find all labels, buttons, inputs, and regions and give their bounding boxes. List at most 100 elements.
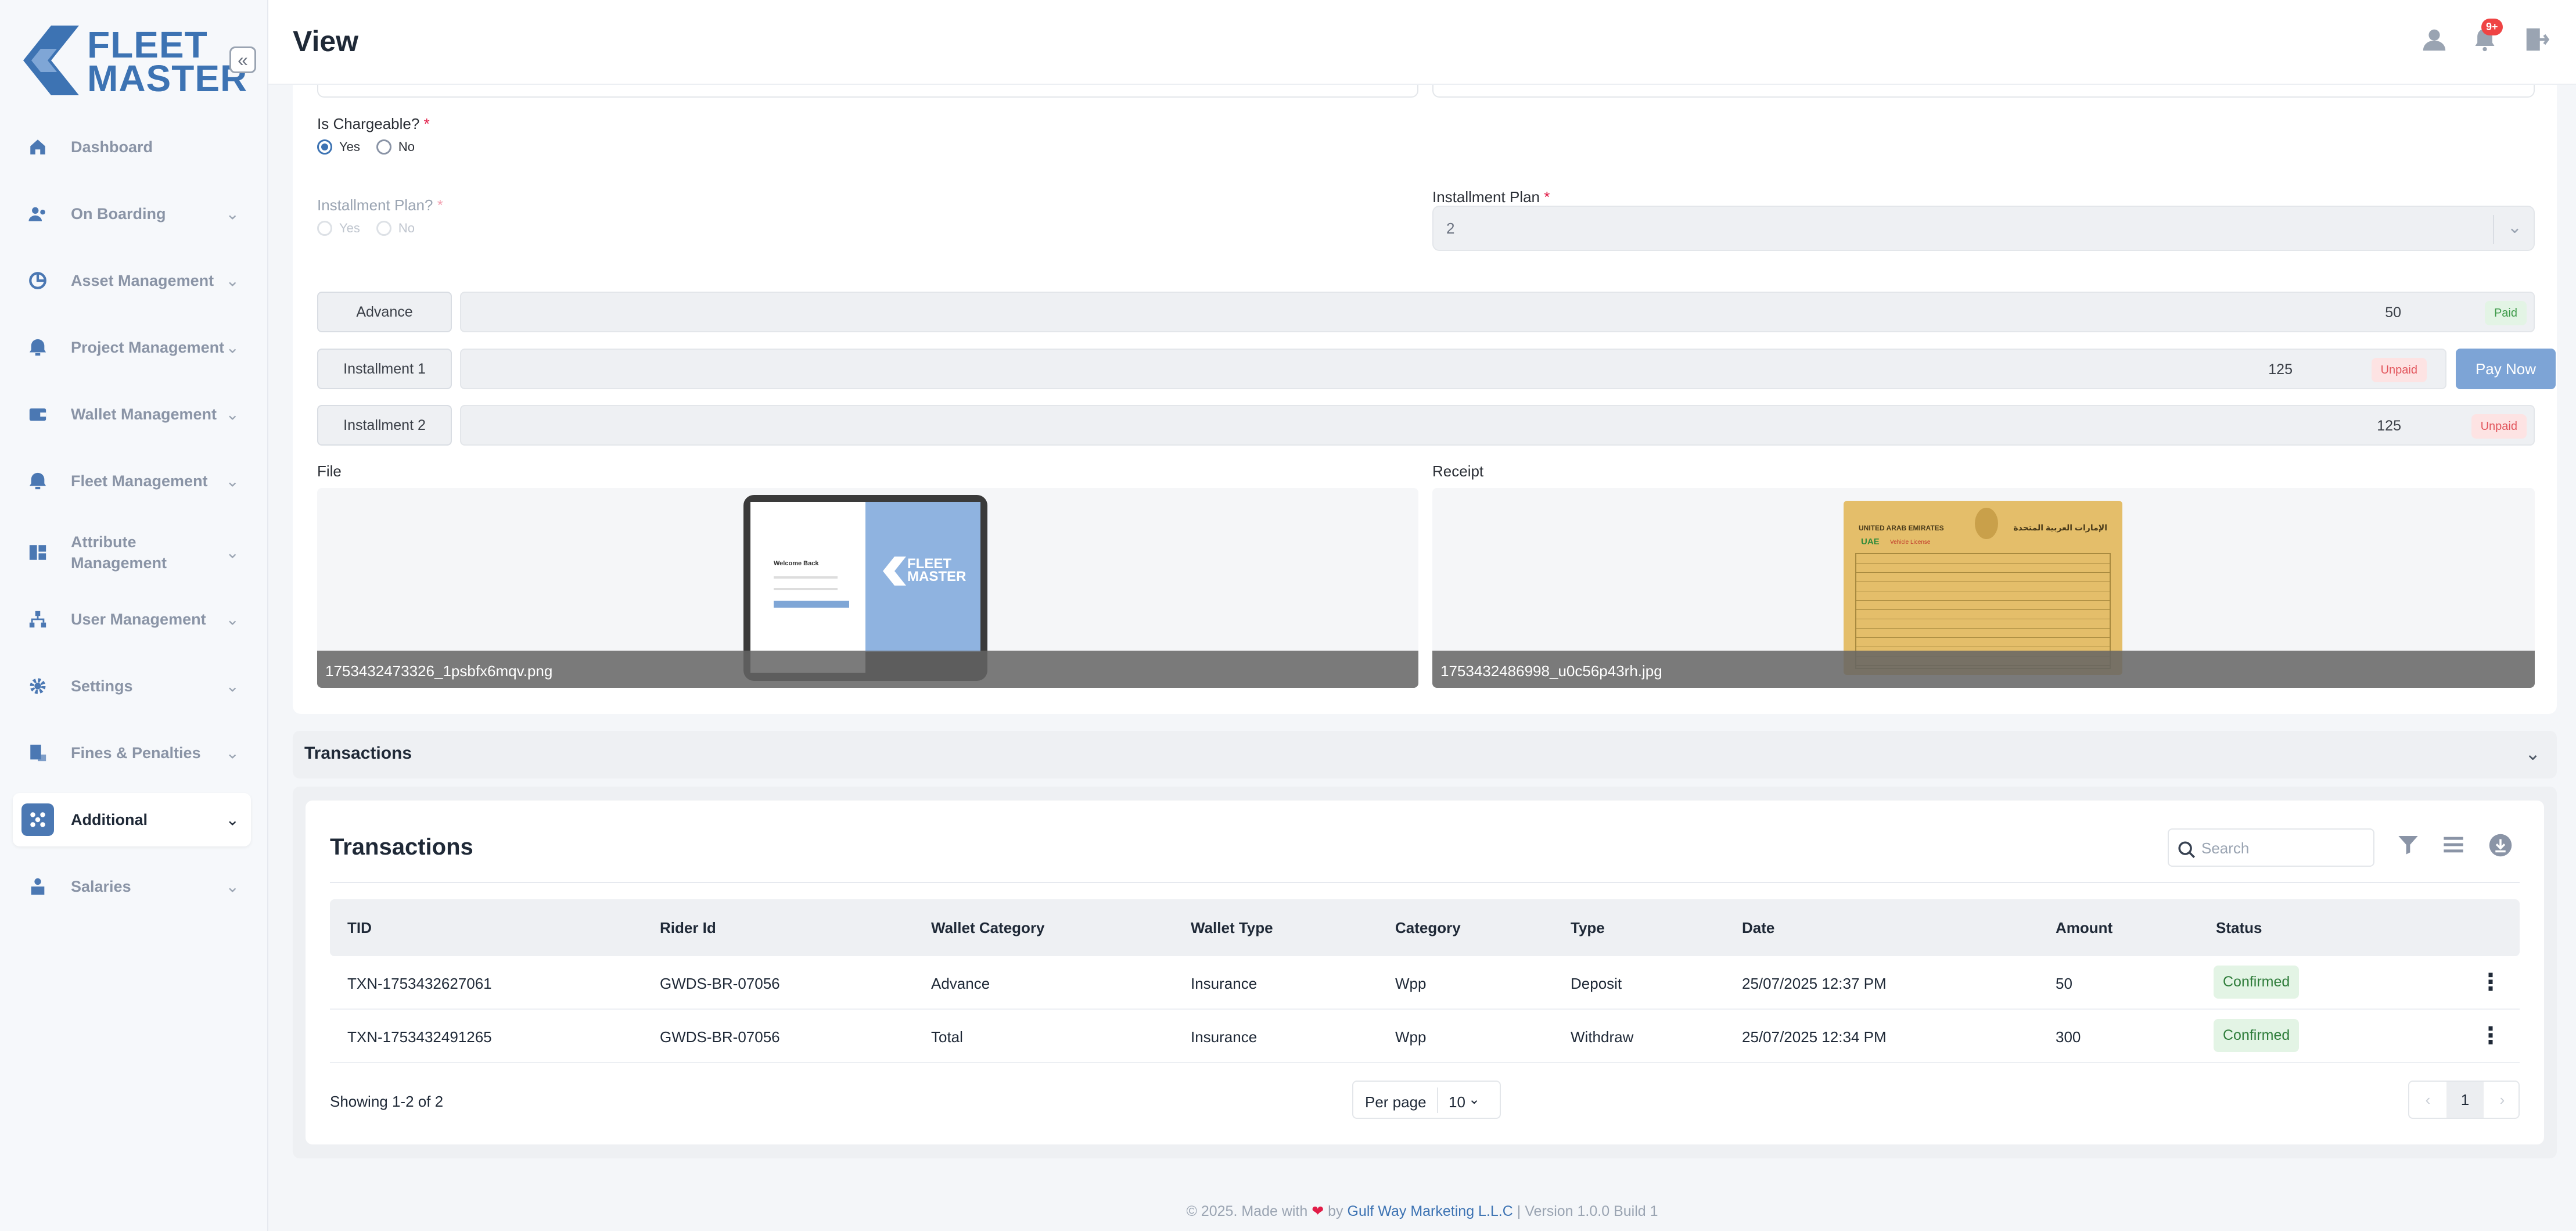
chevron-down-icon: ⌄ (225, 472, 239, 490)
file-name-caption: 1753432473326_1psbfx6mqv.png (317, 651, 1418, 688)
preview-logo-text: FLEET MASTER (907, 556, 967, 584)
chevron-down-icon: ⌄ (225, 338, 239, 357)
chevron-down-icon: ⌄ (225, 877, 239, 896)
chargeable-radio-group: Yes No (317, 139, 415, 155)
charge-details-card: Is Chargeable? * Yes No Installment Plan… (293, 85, 2557, 714)
receipt-label: Receipt (1432, 462, 1484, 480)
sidebar-item-user-management[interactable]: User Management ⌄ (13, 593, 251, 646)
installment-no-radio[interactable] (376, 221, 391, 236)
receipt-preview-thumbnail: UNITED ARAB EMIRATES الإمارات العربية ال… (1844, 501, 2122, 675)
transactions-card: Transactions TID Rider Id Wallet Categor… (306, 801, 2544, 1144)
page-title: View (293, 25, 359, 58)
filter-icon[interactable] (2397, 833, 2421, 857)
installment-question-radio-group: Yes No (317, 221, 415, 236)
search-icon (2178, 841, 2196, 859)
installment-amount-field: 50 Paid (460, 292, 2535, 332)
page-button-current[interactable]: 1 (2446, 1082, 2484, 1118)
installment-label: Installment 2 (317, 405, 452, 446)
logo-text: FLEET MASTER (87, 24, 248, 99)
chevron-down-icon: ⌄ (225, 810, 239, 829)
fleet-icon (26, 469, 50, 493)
receipt-name-caption: 1753432486998_u0c56p43rh.jpg (1432, 651, 2535, 688)
status-badge: Unpaid (2471, 414, 2527, 439)
sidebar-item-attribute-management[interactable]: Attribute Management ⌄ (13, 521, 251, 584)
pay-now-button[interactable]: Pay Now (2456, 349, 2556, 389)
chevron-down-icon: ⌄ (225, 744, 239, 762)
search-box (2168, 828, 2374, 867)
onboarding-icon (26, 202, 50, 226)
sidebar-item-on-boarding[interactable]: On Boarding ⌄ (13, 187, 251, 241)
prev-page-button[interactable]: ‹ (2409, 1082, 2446, 1118)
table-header: TID Rider Id Wallet Category Wallet Type… (330, 899, 2520, 956)
installment-plan-select[interactable]: 2 ⌄ (1432, 206, 2535, 251)
logo-mark-icon (23, 26, 79, 95)
chargeable-yes-radio[interactable] (317, 139, 332, 155)
file-preview[interactable]: Welcome Back FLEET MASTER 1753432473326_… (317, 488, 1418, 688)
columns-menu-icon[interactable] (2442, 833, 2466, 857)
company-link[interactable]: Gulf Way Marketing L.L.C (1348, 1203, 1513, 1219)
sidebar-item-settings[interactable]: Settings ⌄ (13, 659, 251, 713)
heart-icon: ❤ (1312, 1203, 1324, 1219)
sidebar-item-fines-penalties[interactable]: Fines & Penalties ⌄ (13, 726, 251, 780)
previous-field-left[interactable] (317, 85, 1418, 98)
fleet-master-logo[interactable]: FLEET MASTER (23, 23, 247, 99)
installment-plan-label: Installment Plan * (1432, 188, 1550, 206)
chevron-down-icon: ⌄ (225, 610, 239, 629)
accordion-title: Transactions (304, 744, 412, 763)
sidebar-item-asset-management[interactable]: Asset Management ⌄ (13, 254, 251, 307)
row-actions-icon[interactable]: ⋮ (2479, 1022, 2502, 1049)
chargeable-label: Is Chargeable? * (317, 115, 430, 132)
sidebar-item-fleet-management[interactable]: Fleet Management ⌄ (13, 454, 251, 508)
wallet-icon (26, 402, 50, 426)
attribute-icon (26, 540, 50, 565)
sidebar-item-wallet-management[interactable]: Wallet Management ⌄ (13, 387, 251, 441)
chevron-down-icon: ⌄ (2525, 743, 2541, 764)
installment-question-label: Installment Plan? * (317, 196, 443, 214)
home-icon (26, 135, 50, 159)
table-row[interactable]: TXN-1753432491265 GWDS-BR-07056 Total In… (330, 1010, 2520, 1063)
chevron-down-icon: ⌄ (225, 271, 239, 290)
collapse-sidebar-button[interactable]: « (229, 46, 256, 73)
footer: © 2025. Made with ❤ by Gulf Way Marketin… (1186, 1203, 1658, 1219)
sidebar: FLEET MASTER « Dashboard On Boarding ⌄ A… (0, 0, 268, 1231)
chevron-down-icon: ⌄ (1468, 1092, 1481, 1107)
chevron-down-icon: ⌄ (225, 677, 239, 695)
chevron-down-icon: ⌄ (225, 204, 239, 223)
pagination-summary: Showing 1-2 of 2 (330, 1093, 444, 1110)
chevron-down-icon: ⌄ (225, 543, 239, 562)
transactions-section: Transactions TID Rider Id Wallet Categor… (293, 787, 2557, 1158)
preview-logo-mark-icon (883, 557, 906, 586)
salaries-icon (26, 874, 50, 899)
sidebar-item-dashboard[interactable]: Dashboard (13, 120, 251, 174)
transactions-title: Transactions (330, 834, 473, 860)
download-icon[interactable] (2488, 833, 2513, 857)
project-icon (26, 335, 50, 360)
chevron-down-icon: ⌄ (2507, 218, 2522, 237)
chargeable-no-radio[interactable] (376, 139, 391, 155)
row-actions-icon[interactable]: ⋮ (2479, 969, 2502, 996)
file-label: File (317, 462, 342, 480)
table-row[interactable]: TXN-1753432627061 GWDS-BR-07056 Advance … (330, 956, 2520, 1010)
installment-amount-field: 125 Unpaid (460, 405, 2535, 446)
next-page-button[interactable]: › (2484, 1082, 2521, 1118)
search-input[interactable] (2201, 837, 2364, 860)
status-badge: Unpaid (2371, 358, 2427, 382)
installment-row-2: Installment 2 125 Unpaid (317, 405, 2535, 446)
sidebar-item-project-management[interactable]: Project Management ⌄ (13, 321, 251, 374)
installment-yes-radio[interactable] (317, 221, 332, 236)
logout-icon[interactable] (2523, 26, 2552, 55)
status-badge: Confirmed (2214, 966, 2300, 999)
pagination: ‹ 1 › (2408, 1081, 2520, 1119)
additional-icon (21, 803, 54, 836)
user-profile-icon[interactable] (2421, 26, 2450, 55)
previous-field-right[interactable] (1432, 85, 2535, 98)
per-page-select[interactable]: Per page 10 ⌄ (1352, 1081, 1501, 1119)
sidebar-item-salaries[interactable]: Salaries ⌄ (13, 860, 251, 913)
transactions-table: TID Rider Id Wallet Category Wallet Type… (330, 899, 2520, 1063)
gear-icon (26, 674, 50, 698)
transactions-accordion[interactable]: Transactions ⌄ (293, 731, 2557, 778)
receipt-preview[interactable]: UNITED ARAB EMIRATES الإمارات العربية ال… (1432, 488, 2535, 688)
status-badge: Paid (2484, 301, 2527, 325)
sidebar-item-additional[interactable]: Additional ⌄ (13, 793, 251, 846)
top-header: View 9+ (268, 0, 2576, 85)
